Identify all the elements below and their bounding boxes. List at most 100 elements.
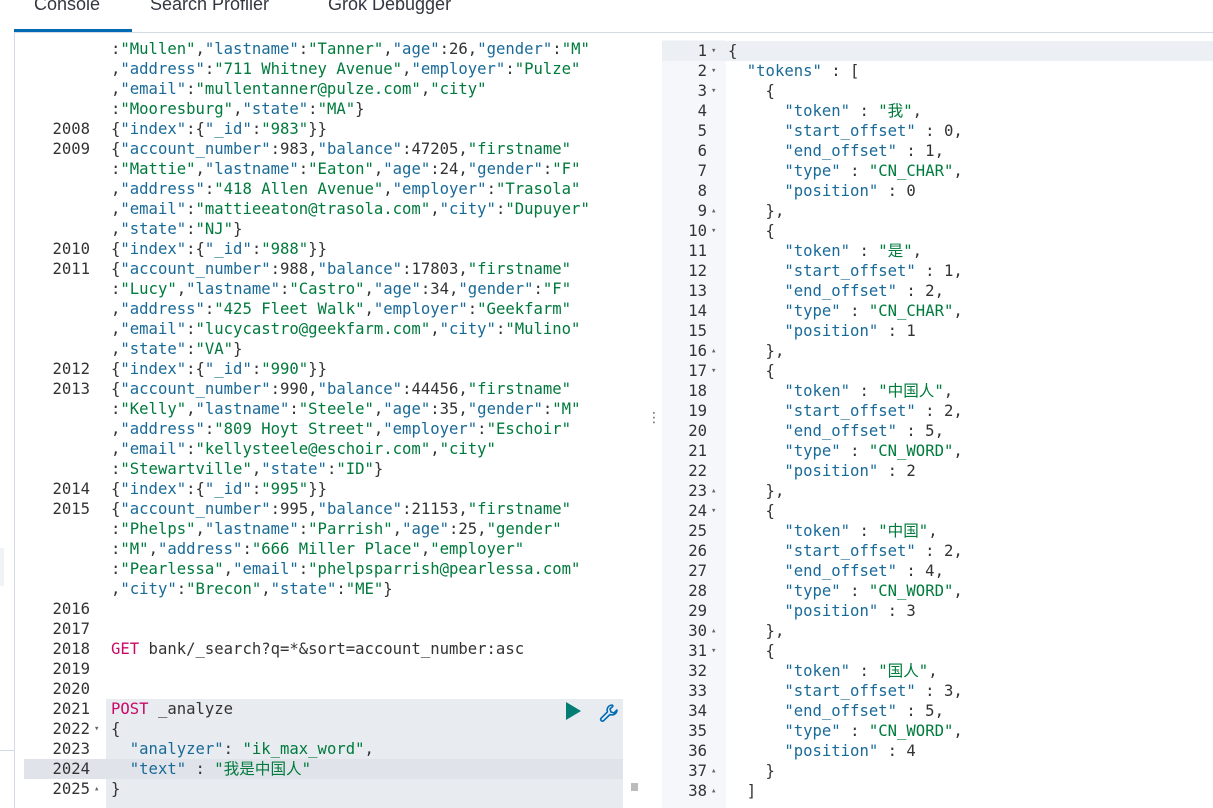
more-vertical-icon[interactable]: ⋮ bbox=[647, 408, 661, 428]
line-number: 35 bbox=[688, 722, 707, 740]
line-number: 34 bbox=[688, 702, 707, 720]
play-icon[interactable] bbox=[566, 702, 581, 720]
line-number: 23 bbox=[688, 482, 707, 500]
code-text: {"account_number":988,"balance":17803,"f… bbox=[111, 260, 572, 278]
wrench-icon[interactable] bbox=[598, 702, 620, 724]
code-line: "start_offset" : 1, bbox=[728, 261, 962, 281]
fold-arrow-icon[interactable]: ▴ bbox=[711, 481, 716, 501]
code-line: :"Pearlessa","email":"phelpsparrish@pear… bbox=[111, 559, 580, 579]
code-line: "tokens" : [ bbox=[728, 61, 860, 81]
code-text: { bbox=[728, 42, 738, 60]
fold-arrow-icon[interactable]: ▴ bbox=[711, 781, 716, 801]
code-text: ,"email":"mullentanner@pulze.com","city" bbox=[111, 80, 487, 98]
line-number: 15 bbox=[688, 322, 707, 340]
code-text: "start_offset" : 2, bbox=[784, 542, 963, 560]
fold-arrow-icon[interactable]: ▴ bbox=[711, 621, 716, 641]
code-text: :"Lucy","lastname":"Castro","age":34,"ge… bbox=[111, 280, 572, 298]
code-text: "analyzer": "ik_max_word", bbox=[129, 740, 374, 758]
code-line: {"account_number":990,"balance":44456,"f… bbox=[111, 379, 571, 399]
fold-arrow-icon[interactable]: ▴ bbox=[711, 761, 716, 781]
code-text: "end_offset" : 1, bbox=[784, 142, 944, 160]
code-text: ,"address":"425 Fleet Walk","employer":"… bbox=[111, 300, 572, 318]
line-number: 2011 bbox=[52, 260, 90, 278]
line-number: 2020 bbox=[52, 680, 90, 698]
code-line: "end_offset" : 4, bbox=[728, 561, 944, 581]
code-line: ] bbox=[728, 781, 756, 801]
code-line: :"Mooresburg","state":"MA"} bbox=[111, 99, 365, 119]
line-number: 18 bbox=[688, 382, 707, 400]
code-line: {"index":{"_id":"995"}} bbox=[111, 479, 327, 499]
request-editor[interactable]: :"Mullen","lastname":"Tanner","age":26,"… bbox=[24, 39, 624, 808]
code-line: "token" : "中国人", bbox=[728, 381, 953, 401]
line-number: 2012 bbox=[52, 360, 90, 378]
fold-arrow-icon[interactable]: ▾ bbox=[711, 221, 716, 241]
code-line: "end_offset" : 1, bbox=[728, 141, 944, 161]
line-number: 30 bbox=[688, 622, 707, 640]
fold-arrow-icon[interactable]: ▾ bbox=[711, 501, 716, 521]
line-number: 24 bbox=[688, 502, 707, 520]
code-text: "position" : 2 bbox=[784, 462, 916, 480]
code-text: "token" : "是", bbox=[784, 242, 922, 260]
code-text: }, bbox=[728, 202, 785, 220]
response-editor[interactable]: 1 ▾{2 ▾ "tokens" : [3 ▾ {4 "token" : "我", 5 … bbox=[662, 41, 1213, 808]
line-number bbox=[24, 459, 90, 479]
code-text: ,"address":"418 Allen Avenue","employer"… bbox=[111, 180, 581, 198]
code-text: } bbox=[728, 762, 775, 780]
line-number: 19 bbox=[688, 402, 707, 420]
code-text: }, bbox=[728, 482, 785, 500]
line-number: 8 bbox=[697, 182, 707, 200]
fold-arrow-icon[interactable]: ▴ bbox=[94, 779, 99, 799]
line-number bbox=[24, 559, 90, 579]
console-tab-bar: Console Search Profiler Grok Debugger bbox=[14, 0, 1213, 33]
fold-arrow-icon[interactable]: ▴ bbox=[711, 201, 716, 221]
code-line: {"index":{"_id":"990"}} bbox=[111, 359, 327, 379]
line-number: 2017 bbox=[52, 620, 90, 638]
fold-arrow-icon[interactable]: ▾ bbox=[711, 81, 716, 101]
line-number: 3 bbox=[697, 82, 707, 100]
code-text: ,"email":"lucycastro@geekfarm.com","city… bbox=[111, 320, 581, 338]
code-text: ,"email":"kellysteele@eschoir.com","city… bbox=[111, 440, 496, 458]
code-text: "start_offset" : 3, bbox=[784, 682, 963, 700]
code-text: "start_offset" : 0, bbox=[784, 122, 963, 140]
code-line: } bbox=[728, 761, 775, 781]
code-text: ] bbox=[728, 782, 757, 800]
fold-arrow-icon[interactable]: ▾ bbox=[711, 61, 716, 81]
tab-search-profiler[interactable]: Search Profiler bbox=[150, 0, 269, 15]
code-line: { bbox=[111, 719, 120, 739]
code-line: ,"address":"425 Fleet Walk","employer":"… bbox=[111, 299, 571, 319]
line-number bbox=[24, 39, 90, 59]
line-number: 5 bbox=[697, 122, 707, 140]
line-number bbox=[24, 539, 90, 559]
code-text: { bbox=[728, 642, 775, 660]
fold-arrow-icon[interactable]: ▾ bbox=[711, 41, 716, 61]
line-number: 28 bbox=[688, 582, 707, 600]
code-text: :"Stewartville","state":"ID"} bbox=[111, 460, 384, 478]
code-line: ,"email":"lucycastro@geekfarm.com","city… bbox=[111, 319, 580, 339]
line-number bbox=[24, 339, 90, 359]
code-line: { bbox=[728, 501, 775, 521]
line-number: 37 bbox=[688, 762, 707, 780]
line-number: 2014 bbox=[52, 480, 90, 498]
line-number bbox=[24, 519, 90, 539]
request-scroll-marker[interactable] bbox=[631, 783, 638, 791]
code-text: "token" : "我", bbox=[784, 102, 922, 120]
line-number bbox=[24, 199, 90, 219]
http-method: GET bbox=[111, 640, 140, 658]
code-text: {"index":{"_id":"995"}} bbox=[111, 480, 327, 498]
tab-grok-debugger[interactable]: Grok Debugger bbox=[328, 0, 451, 15]
side-divider bbox=[0, 750, 14, 751]
code-text: ,"address":"809 Hoyt Street","employer":… bbox=[111, 420, 572, 438]
fold-arrow-icon[interactable]: ▾ bbox=[94, 719, 99, 739]
code-text: { bbox=[728, 222, 775, 240]
fold-arrow-icon[interactable]: ▾ bbox=[711, 361, 716, 381]
code-text: {"account_number":983,"balance":47205,"f… bbox=[111, 140, 572, 158]
code-line: {"account_number":995,"balance":21153,"f… bbox=[111, 499, 571, 519]
code-text: "end_offset" : 5, bbox=[784, 422, 944, 440]
code-line: "position" : 2 bbox=[728, 461, 916, 481]
tab-console[interactable]: Console bbox=[34, 0, 100, 15]
line-number: 2025 bbox=[52, 780, 90, 798]
code-line: { bbox=[728, 41, 737, 61]
fold-arrow-icon[interactable]: ▾ bbox=[711, 641, 716, 661]
fold-arrow-icon[interactable]: ▴ bbox=[711, 341, 716, 361]
code-text: ,"email":"mattieeaton@trasola.com","city… bbox=[111, 200, 590, 218]
